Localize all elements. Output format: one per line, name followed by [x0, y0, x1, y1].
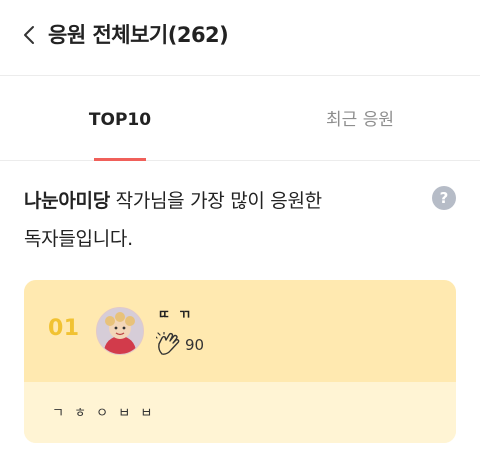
- supporter-message-area: ㄱ ㅎ ㅇ ㅂ ㅂ: [24, 382, 456, 443]
- author-name: 나눈아미당: [24, 190, 110, 212]
- top-supporters-description: 나눈아미당 작가님을 가장 많이 응원한 독자들입니다.: [24, 182, 414, 258]
- back-button[interactable]: [22, 20, 36, 50]
- supporter-name: ㄸ ㄲ: [158, 308, 193, 323]
- supporters-page: 응원 전체보기(262) TOP10 최근 응원 나눈아미당 작가님을 가장 많…: [0, 0, 480, 460]
- help-icon[interactable]: ?: [432, 186, 456, 210]
- tab-recent-support[interactable]: 최근 응원: [240, 76, 480, 160]
- supporter-message: ㄱ ㅎ ㅇ ㅂ ㅂ: [52, 406, 156, 421]
- clapping-hands-icon: [155, 331, 182, 356]
- active-tab-indicator: [94, 158, 146, 161]
- clap-count: 90: [185, 336, 205, 354]
- avatar: [96, 307, 144, 355]
- top-bar: 응원 전체보기(262): [0, 0, 480, 76]
- description-line1: 작가님을 가장 많이 응원한: [109, 190, 323, 212]
- tab-top10[interactable]: TOP10: [0, 76, 240, 160]
- rank-number: 01: [48, 316, 80, 341]
- tab-bar: TOP10 최근 응원: [0, 76, 480, 161]
- description-line2: 독자들입니다.: [24, 228, 133, 250]
- supporter-card: 01 ㄸ ㄲ 90 ㄱ ㅎ ㅇ ㅂ ㅂ: [24, 280, 456, 443]
- chevron-left-icon: [22, 24, 36, 46]
- page-title: 응원 전체보기(262): [48, 23, 229, 47]
- supporter-card-header: 01 ㄸ ㄲ 90: [24, 280, 456, 382]
